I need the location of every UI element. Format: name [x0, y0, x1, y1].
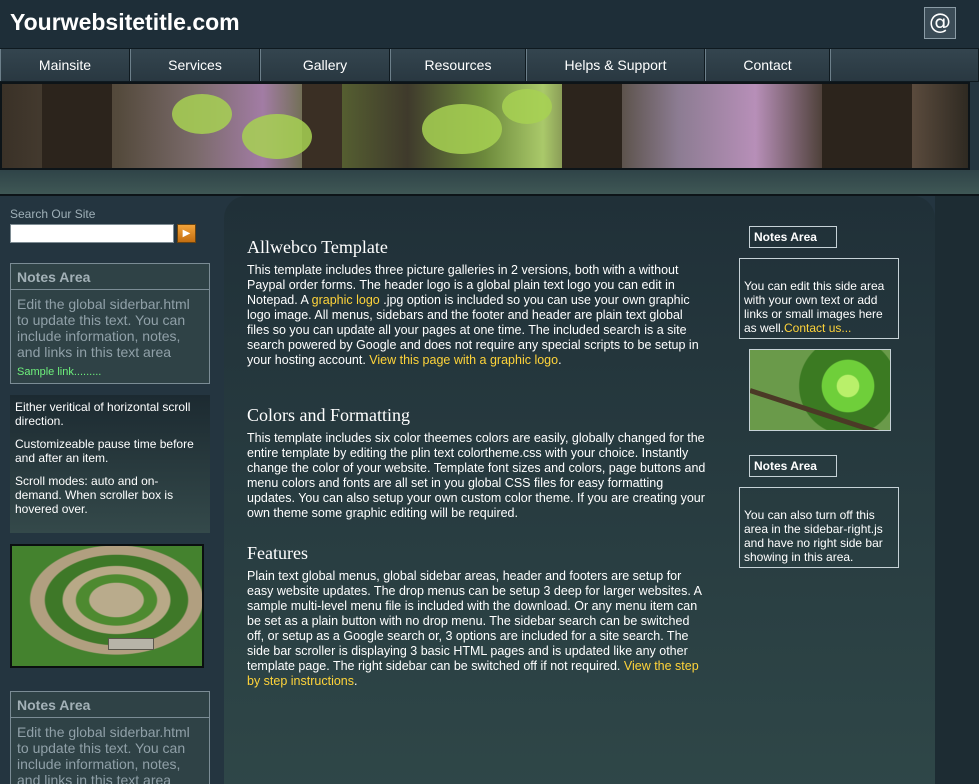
pine-branch-image — [749, 349, 891, 431]
article-body: This template includes six color theemes… — [247, 431, 706, 520]
article-title: Allwebco Template — [247, 237, 388, 257]
notes-box-top: Notes Area Edit the global siderbar.html… — [10, 263, 210, 384]
notes-box-bottom: Notes Area Edit the global siderbar.html… — [10, 691, 210, 784]
article-text: . — [558, 353, 562, 367]
main-nav: Mainsite Services Gallery Resources Help… — [0, 48, 979, 82]
search-row: ▶ — [10, 224, 210, 243]
notes-title: Notes Area — [11, 264, 209, 290]
scroller-item: Either veritical of horizontal scroll di… — [15, 400, 191, 428]
banner-tree-trunk — [822, 84, 912, 168]
right-notes-title: Notes Area — [749, 455, 837, 477]
article-text: . — [354, 674, 358, 688]
nav-item-mainsite[interactable]: Mainsite — [0, 49, 130, 81]
view-graphic-logo-link[interactable]: View this page with a graphic logo — [369, 353, 558, 367]
banner-leaves — [422, 104, 502, 154]
search-button[interactable]: ▶ — [177, 224, 196, 243]
graphic-logo-link[interactable]: graphic logo — [312, 293, 380, 307]
search-label: Search Our Site — [10, 207, 96, 221]
article-title: Colors and Formatting — [247, 405, 410, 425]
nav-item-gallery[interactable]: Gallery — [260, 49, 390, 81]
right-notes-text: You can also turn off this area in the s… — [744, 508, 883, 564]
bench — [108, 638, 154, 650]
nav-item-helps-support[interactable]: Helps & Support — [526, 49, 705, 81]
site-header: Yourwebsitetitle.com @ — [0, 0, 979, 48]
nav-item-empty — [830, 49, 979, 81]
article-text: Plain text global menus, global sidebar … — [247, 569, 702, 673]
notes-body: Edit the global siderbar.html to update … — [17, 724, 190, 784]
nav-item-contact[interactable]: Contact — [705, 49, 830, 81]
banner-leaves — [242, 114, 312, 159]
article-colors-formatting: Colors and Formatting This template incl… — [247, 405, 707, 521]
scroller-item: Customizeable pause time before and afte… — [15, 437, 194, 465]
sample-link[interactable]: Sample link......... — [11, 360, 209, 382]
contact-us-link[interactable]: Contact us... — [784, 321, 851, 335]
article-title: Features — [247, 543, 308, 563]
banner-tree-trunk — [562, 84, 622, 168]
search-input[interactable] — [10, 224, 174, 243]
site-title[interactable]: Yourwebsitetitle.com — [10, 9, 240, 36]
nav-item-resources[interactable]: Resources — [390, 49, 526, 81]
banner-leaves — [172, 94, 232, 134]
maze-garden-image — [10, 544, 204, 668]
right-notes-title: Notes Area — [749, 226, 837, 248]
article-body: This template includes three picture gal… — [247, 263, 707, 368]
article-allwebco-template: Allwebco Template This template includes… — [247, 237, 707, 368]
header-banner-image — [0, 82, 970, 170]
notes-body: Edit the global siderbar.html to update … — [17, 296, 190, 360]
nav-item-services[interactable]: Services — [130, 49, 260, 81]
article-body: Plain text global menus, global sidebar … — [247, 569, 707, 689]
article-features: Features Plain text global menus, global… — [247, 543, 707, 689]
left-sidebar: Search Our Site ▶ Notes Area Edit the gl… — [10, 207, 210, 784]
banner-leaves — [502, 89, 552, 124]
right-notes-box: You can edit this side area with your ow… — [739, 258, 899, 339]
sidebar-scroller[interactable]: Either veritical of horizontal scroll di… — [10, 395, 210, 533]
banner-tree-trunk — [42, 84, 112, 168]
right-notes-box: You can also turn off this area in the s… — [739, 487, 899, 568]
branch — [750, 388, 890, 430]
right-edge-strip — [935, 196, 979, 784]
header-divider — [0, 170, 979, 196]
email-icon[interactable]: @ — [924, 7, 956, 39]
scroller-item: Scroll modes: auto and on-demand. When s… — [15, 474, 174, 516]
notes-title: Notes Area — [11, 692, 209, 718]
